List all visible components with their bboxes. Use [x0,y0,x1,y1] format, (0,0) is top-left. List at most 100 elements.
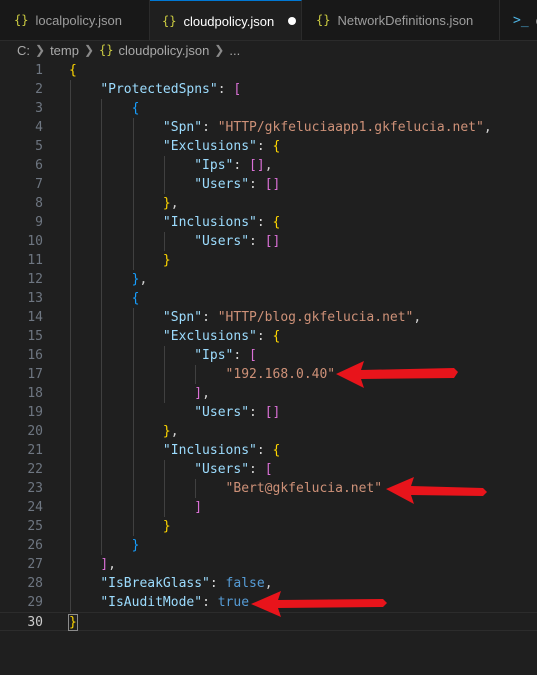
code-token: "Inclusions" [162,443,257,458]
code-line[interactable]: 13 { [0,289,537,308]
code-token: "Users" [194,177,250,192]
line-number: 7 [35,177,43,192]
indent-guide [70,80,71,612]
code-token: ] [194,386,203,401]
tab-localpolicy[interactable]: {} localpolicy.json [0,0,150,40]
code-token: "Spn" [162,310,203,325]
line-number: 11 [27,253,43,268]
code-text: "IsAuditMode": true [69,593,249,612]
indent-guide [132,118,134,270]
code-token: "Users" [194,462,250,477]
tab-terminal[interactable]: >_ c [500,0,537,40]
code-text: }, [69,270,148,289]
code-line[interactable]: 14 "Spn": "HTTP/blog.gkfelucia.net", [0,308,537,327]
code-token: "Ips" [194,348,234,363]
code-line[interactable]: 11 } [0,251,537,270]
code-token: [] [264,234,281,249]
breadcrumb-drive[interactable]: C: [17,43,30,58]
code-line[interactable]: 6 "Ips": [], [0,156,537,175]
tab-cloudpolicy[interactable]: {} cloudpolicy.json [150,0,302,40]
json-file-icon: {} [14,13,29,27]
tab-label: localpolicy.json [35,12,122,28]
code-text: "Bert@gkfelucia.net" [69,479,383,498]
code-token: "Bert@gkfelucia.net" [225,481,383,496]
indent-guide [132,308,134,536]
breadcrumb-symbol[interactable]: ... [229,43,240,58]
line-number: 12 [27,272,43,287]
code-token: "Ips" [194,158,234,173]
unsaved-dot-icon[interactable] [288,17,297,25]
code-line[interactable]: 25 } [0,517,537,536]
line-number: 6 [35,158,43,173]
chevron-right-icon: ❯ [83,43,95,57]
line-number: 15 [27,329,43,344]
code-line[interactable]: 1{ [0,61,537,80]
code-line[interactable]: 3 { [0,99,537,118]
code-token: "Users" [194,405,250,420]
code-text: } [68,613,78,632]
code-token: : [202,120,218,135]
code-text: { [69,61,77,80]
code-token: "Spn" [162,120,203,135]
code-token: [] [264,405,281,420]
code-line[interactable]: 8 }, [0,194,537,213]
code-token: "HTTP/blog.gkfelucia.net" [217,310,414,325]
red-arrow-annotation-auditmode [251,591,387,617]
terminal-icon: >_ [513,12,529,28]
code-text: ], [69,384,210,403]
json-file-icon: {} [162,14,177,28]
line-number: 8 [35,196,43,211]
code-token: , [483,120,492,135]
code-line[interactable]: 4 "Spn": "HTTP/gkfeluciaapp1.gkfelucia.n… [0,118,537,137]
code-token: : [249,462,265,477]
code-text: { [69,289,140,308]
code-token: } [131,538,140,553]
code-line[interactable]: 5 "Exclusions": { [0,137,537,156]
code-token: : [256,215,273,230]
code-token: : [209,576,226,591]
code-line[interactable]: 10 "Users": [] [0,232,537,251]
line-number: 4 [35,120,43,135]
code-token: "Users" [194,234,250,249]
code-line[interactable]: 12 }, [0,270,537,289]
code-line[interactable]: 15 "Exclusions": { [0,327,537,346]
breadcrumb-file[interactable]: cloudpolicy.json [118,43,209,58]
breadcrumb-folder[interactable]: temp [50,43,79,58]
code-token: "192.168.0.40" [225,367,336,382]
line-number: 9 [35,215,43,230]
chevron-right-icon: ❯ [214,43,225,57]
code-token: "Exclusions" [162,329,257,344]
code-token: ] [194,500,203,515]
code-token: : [217,82,234,97]
indent-guide [163,156,165,194]
code-line[interactable]: 2 "ProtectedSpns": [ [0,80,537,99]
tab-label: NetworkDefinitions.json [337,12,474,28]
code-line[interactable]: 7 "Users": [] [0,175,537,194]
code-token: } [162,424,171,439]
code-token: [ [249,348,257,363]
code-token: [ [264,462,273,477]
code-line[interactable]: 21 "Inclusions": { [0,441,537,460]
code-token: , [170,196,179,211]
code-token: "Inclusions" [162,215,257,230]
code-line[interactable]: 26 } [0,536,537,555]
code-token: { [69,63,77,78]
code-text: } [69,251,171,270]
tab-networkdefinitions[interactable]: {} NetworkDefinitions.json [302,0,500,40]
code-line[interactable]: 19 "Users": [] [0,403,537,422]
code-line[interactable]: 20 }, [0,422,537,441]
line-number: 29 [27,595,43,610]
code-token: , [108,557,116,572]
code-line[interactable]: 9 "Inclusions": { [0,213,537,232]
code-token: : [233,158,250,173]
code-line[interactable]: 27 ], [0,555,537,574]
code-text: }, [69,194,179,213]
